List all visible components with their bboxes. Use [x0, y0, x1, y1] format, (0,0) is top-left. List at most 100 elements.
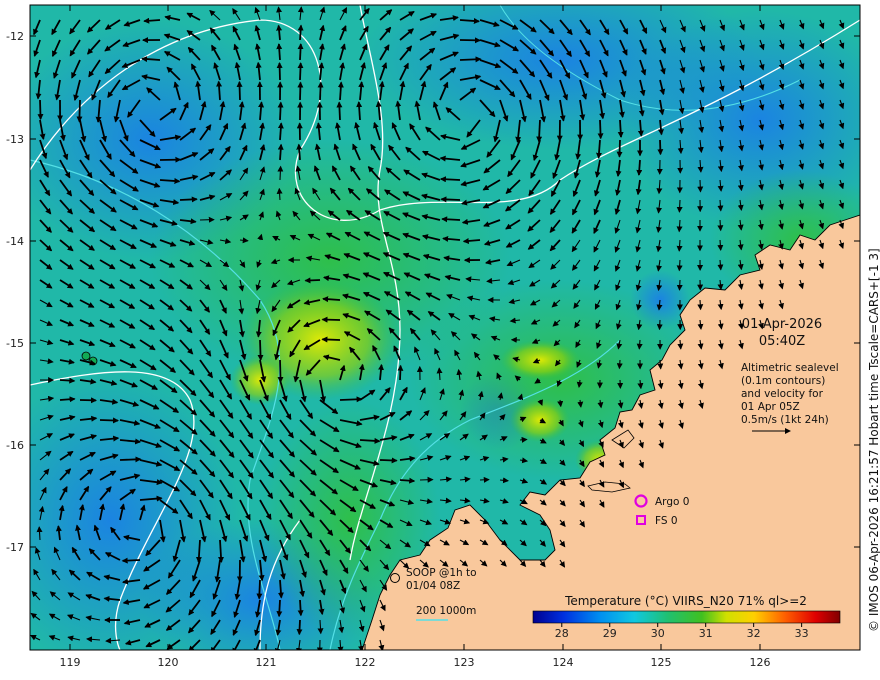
- lon-tick-label: 124: [553, 656, 574, 669]
- colorbar: [532, 610, 841, 624]
- colorbar-tick-label: 28: [555, 627, 569, 640]
- velocity-arrow: [296, 143, 303, 161]
- colorbar-title: Temperature (°C) VIIRS_N20 71% ql>=2: [564, 594, 807, 608]
- soop-label: SOOP @1h to: [406, 567, 477, 579]
- info-line: Altimetric sealevel: [741, 362, 839, 374]
- velocity-arrow: [657, 359, 664, 370]
- info-line: (0.1m contours): [741, 375, 825, 387]
- lon-tick-label: 121: [256, 656, 277, 669]
- velocity-arrow: [143, 17, 161, 24]
- info-line: 0.5m/s (1kt 24h): [741, 414, 829, 426]
- velocity-arrow: [277, 165, 284, 181]
- velocity-arrow: [297, 81, 304, 101]
- colorbar-tick-label: 30: [651, 627, 665, 640]
- lat-tick-label: -16: [6, 439, 24, 452]
- velocity-arrow: [322, 296, 341, 303]
- lon-tick-label: 126: [750, 656, 771, 669]
- velocity-arrow: [697, 299, 704, 311]
- colorbar-tick-label: 31: [699, 627, 713, 640]
- velocity-arrow: [276, 43, 283, 61]
- velocity-arrow: [440, 196, 461, 203]
- velocity-arrow: [676, 279, 683, 291]
- velocity-arrow: [119, 456, 142, 463]
- velocity-arrow: [636, 159, 643, 176]
- velocity-arrow: [297, 599, 304, 617]
- velocity-arrow: [321, 336, 341, 343]
- velocity-arrow: [379, 457, 398, 464]
- velocity-arrow: [277, 122, 284, 141]
- velocity-arrow: [397, 364, 404, 381]
- depth-legend-label: 200 1000m: [416, 605, 476, 617]
- velocity-arrow: [336, 101, 343, 121]
- velocity-arrow: [536, 119, 543, 143]
- lat-tick-label: -12: [6, 30, 24, 43]
- velocity-arrow: [399, 477, 416, 484]
- velocity-arrow: [441, 216, 461, 223]
- velocity-arrow: [717, 219, 724, 232]
- lat-tick-label: -15: [6, 337, 24, 350]
- velocity-arrow: [99, 417, 119, 424]
- velocity-arrow: [636, 339, 643, 350]
- velocity-arrow: [337, 81, 344, 101]
- velocity-arrow: [236, 80, 243, 101]
- credit-text: © IMOS 06-Apr-2026 16:21:57 Hobart time …: [867, 248, 880, 632]
- info-line: and velocity for: [741, 388, 824, 400]
- colorbar-tick-label: 32: [747, 627, 761, 640]
- lat-tick-label: -14: [6, 235, 24, 248]
- velocity-arrow: [277, 359, 284, 383]
- velocity-arrow: [276, 599, 283, 618]
- velocity-arrow: [439, 176, 461, 183]
- velocity-arrow: [617, 119, 624, 138]
- lon-tick-label: 123: [454, 656, 475, 669]
- velocity-arrow: [676, 199, 683, 213]
- velocity-arrow: [297, 43, 304, 61]
- velocity-arrow: [179, 196, 198, 203]
- velocity-arrow: [519, 436, 528, 443]
- lon-tick-label: 120: [158, 656, 179, 669]
- fs-label: FS 0: [655, 515, 678, 527]
- velocity-arrow: [276, 187, 283, 201]
- colorbar-tick-label: 33: [795, 627, 809, 640]
- velocity-arrow: [339, 396, 363, 403]
- lon-tick-label: 122: [355, 656, 376, 669]
- velocity-arrow: [121, 557, 141, 564]
- info-line: 01 Apr 05Z: [741, 401, 800, 413]
- velocity-arrow: [321, 316, 341, 323]
- velocity-arrow: [616, 359, 623, 370]
- sst-map: -12 -13 -14 -15 -16 -17 119 120 121 122 …: [6, 4, 880, 669]
- argo-label: Argo 0: [655, 496, 689, 508]
- velocity-arrow: [317, 81, 324, 101]
- velocity-arrow: [59, 396, 76, 403]
- velocity-arrow: [676, 259, 683, 272]
- map-time: 05:40Z: [759, 334, 805, 349]
- velocity-arrow: [297, 24, 304, 41]
- velocity-arrow: [297, 62, 304, 81]
- lat-tick-label: -17: [6, 541, 24, 554]
- lat-tick-label: -13: [6, 133, 24, 146]
- velocity-arrow: [277, 143, 284, 161]
- colorbar-tick-label: 29: [603, 627, 617, 640]
- velocity-arrow: [359, 437, 381, 444]
- map-date: 01-Apr-2026: [742, 317, 822, 332]
- velocity-arrow: [356, 101, 363, 121]
- velocity-arrow: [459, 56, 482, 63]
- velocity-arrow: [76, 99, 83, 123]
- velocity-arrow: [597, 119, 604, 140]
- velocity-arrow: [37, 99, 44, 121]
- velocity-arrow: [304, 277, 321, 284]
- velocity-arrow: [717, 239, 724, 251]
- velocity-arrow: [277, 101, 284, 121]
- velocity-arrow: [256, 579, 263, 600]
- velocity-arrow: [59, 377, 76, 384]
- velocity-arrow: [296, 619, 303, 636]
- island: [81, 351, 91, 361]
- velocity-arrow: [697, 179, 704, 193]
- velocity-arrow: [257, 339, 264, 361]
- velocity-arrow: [656, 319, 663, 331]
- soop-label: 01/04 08Z: [406, 580, 460, 592]
- velocity-arrow: [657, 139, 664, 156]
- lon-tick-label: 119: [60, 656, 81, 669]
- lon-tick-label: 125: [651, 656, 672, 669]
- velocity-arrow: [616, 139, 623, 158]
- velocity-arrow: [276, 62, 283, 81]
